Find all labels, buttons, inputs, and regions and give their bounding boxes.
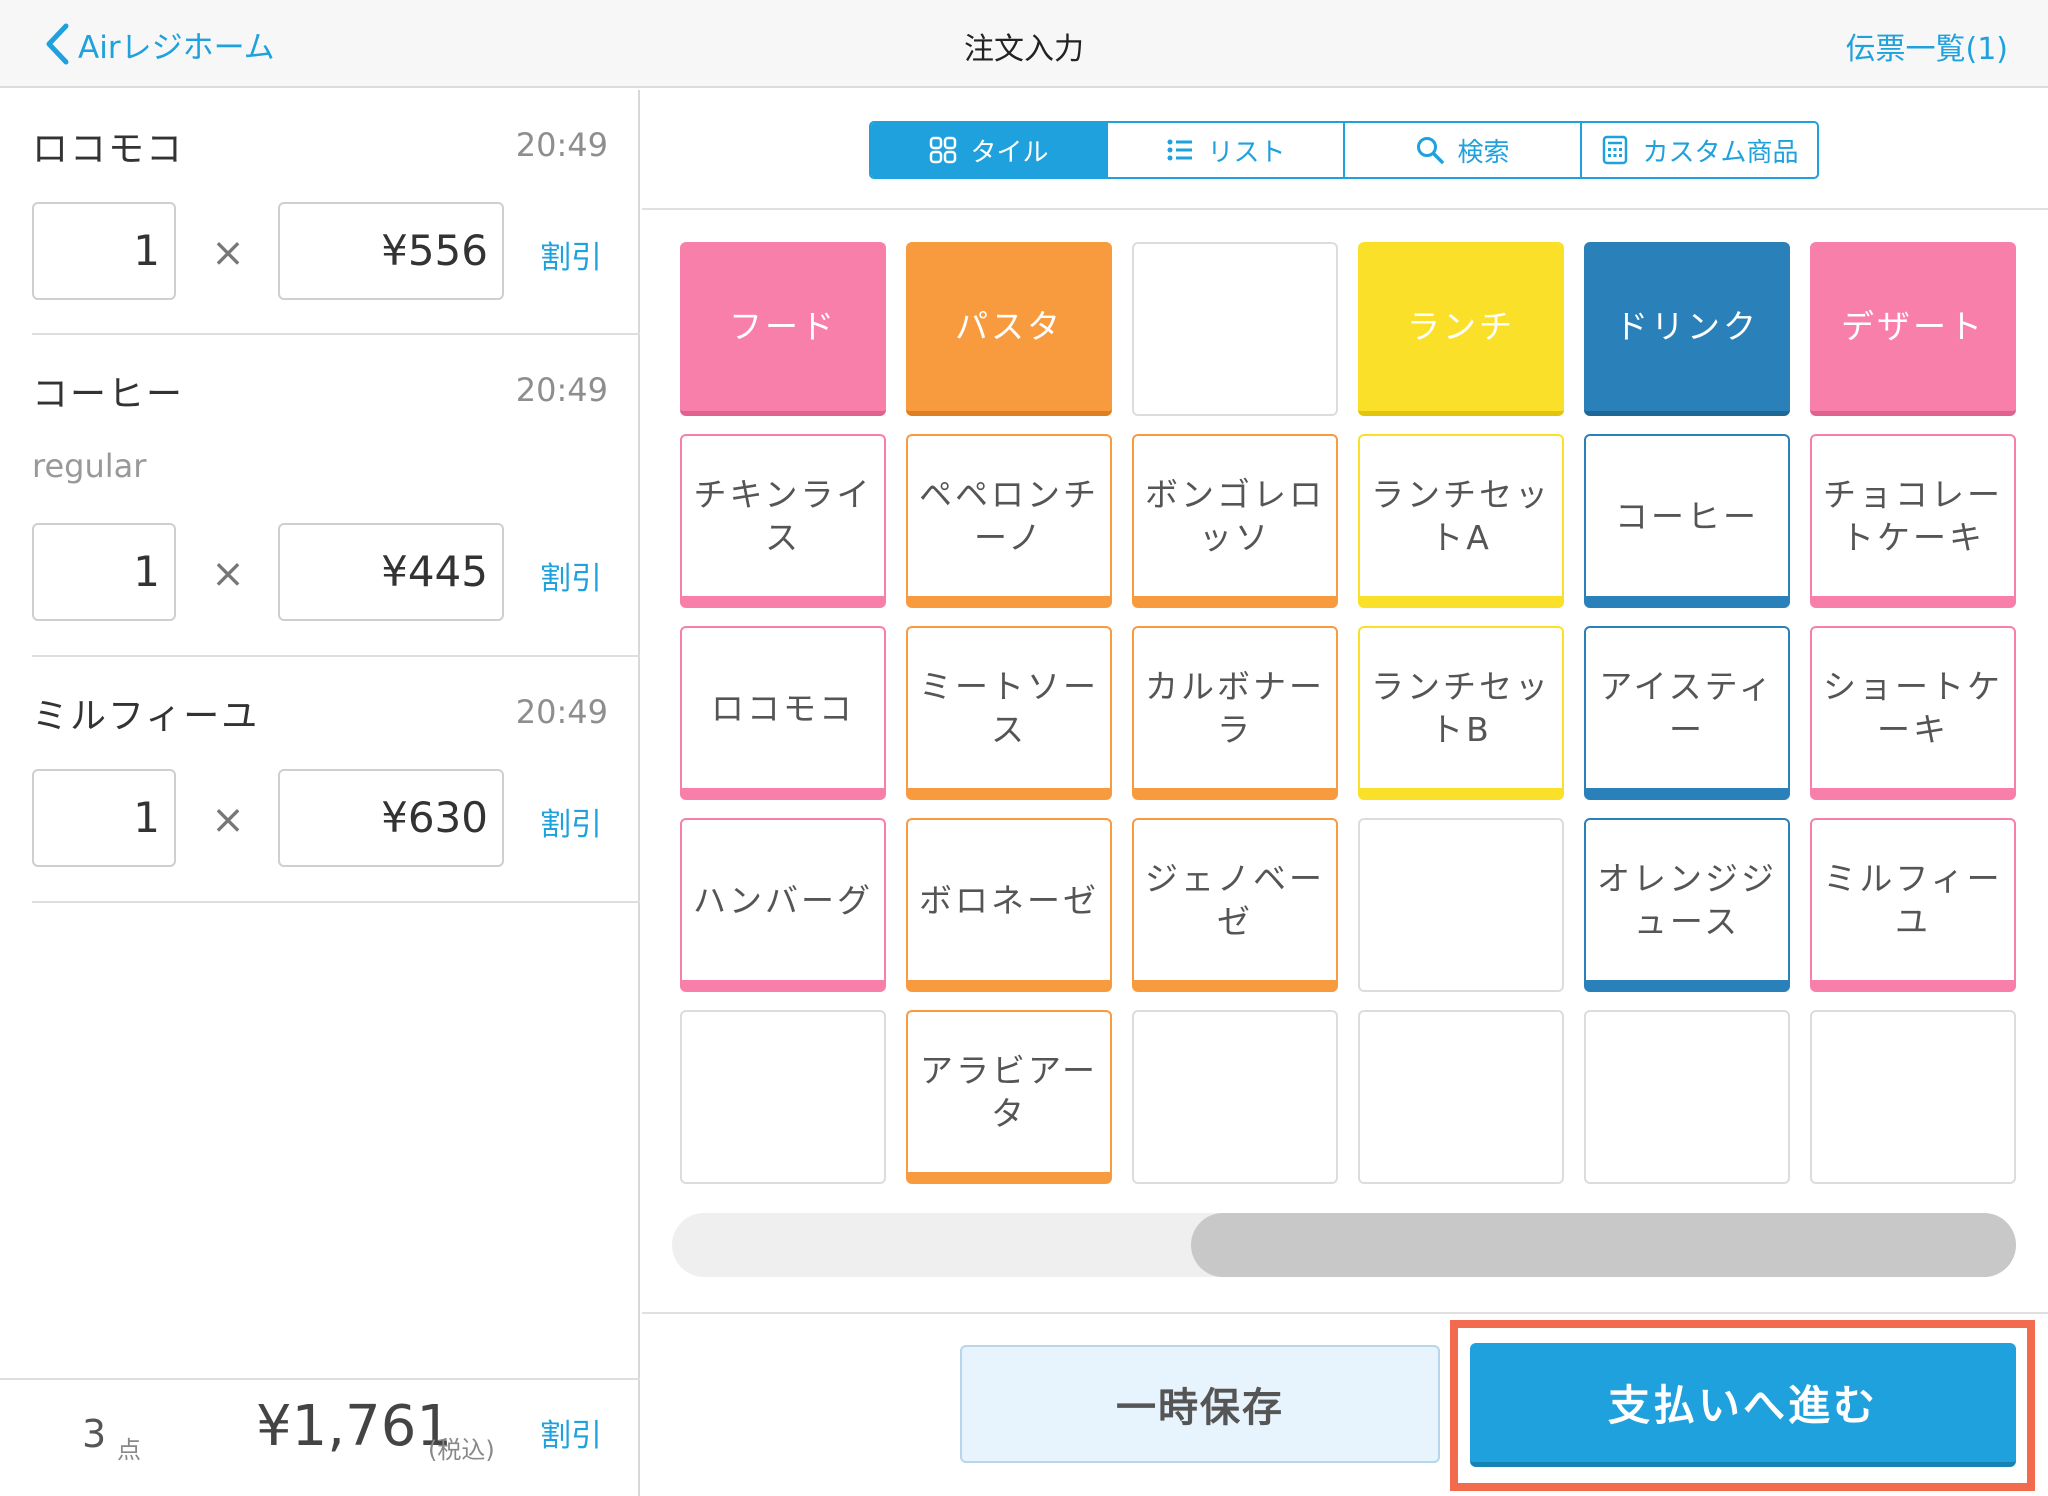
quantity-field[interactable]: 1 [32, 769, 176, 867]
product-tile[interactable]: ハンバーグ [680, 818, 886, 992]
product-tile[interactable]: ミルフィーユ [1810, 818, 2016, 992]
list-icon [1167, 139, 1193, 161]
category-tile[interactable]: デザート [1810, 242, 2016, 416]
category-tile[interactable]: ランチ [1358, 242, 1564, 416]
tab-search[interactable]: 検索 [1345, 123, 1582, 177]
product-tile[interactable]: ボンゴレロッソ [1132, 434, 1338, 608]
quantity-field[interactable]: 1 [32, 523, 176, 621]
slip-list-link[interactable]: 伝票一覧(1) [1846, 24, 2009, 68]
empty-tile [1358, 818, 1564, 992]
calculator-icon [1603, 135, 1628, 165]
item-time: 20:49 [515, 693, 608, 731]
tab-label: カスタム商品 [1642, 137, 1799, 168]
tab-list[interactable]: リスト [1108, 123, 1345, 177]
price-field[interactable]: ¥445 [278, 523, 504, 621]
tab-label: 検索 [1457, 137, 1510, 168]
product-tile[interactable]: ミートソース [906, 626, 1112, 800]
tab-label: リスト [1207, 137, 1286, 168]
product-tile[interactable]: オレンジジュース [1584, 818, 1790, 992]
tab-tile[interactable]: タイル [871, 123, 1108, 177]
product-tile[interactable]: コーヒー [1584, 434, 1790, 608]
item-time: 20:49 [515, 126, 608, 164]
view-mode-tabs: タイル リスト 検索 カスタム商品 [869, 121, 1819, 179]
tab-custom-product[interactable]: カスタム商品 [1582, 123, 1817, 177]
header-bar: Airレジホーム 注文入力 伝票一覧(1) [0, 0, 2048, 88]
quantity-field[interactable]: 1 [32, 202, 176, 300]
product-tile[interactable]: ショートケーキ [1810, 626, 2016, 800]
order-item: ロコモコ 20:49 1 × ¥556 割引 [32, 90, 640, 335]
total-discount-link[interactable]: 割引 [540, 1410, 602, 1455]
discount-link[interactable]: 割引 [540, 799, 602, 844]
tax-note: (税込) [428, 1436, 495, 1464]
hold-button[interactable]: 一時保存 [960, 1345, 1440, 1463]
order-item: ミルフィーユ 20:49 1 × ¥630 割引 [32, 657, 640, 903]
item-time: 20:49 [515, 371, 608, 409]
category-tile[interactable]: パスタ [906, 242, 1112, 416]
order-summary: 3 点 ¥1,761 (税込) 割引 [0, 1378, 640, 1496]
product-tile[interactable]: ロコモコ [680, 626, 886, 800]
times-sign: × [211, 230, 245, 276]
product-tile[interactable]: ジェノベーゼ [1132, 818, 1338, 992]
empty-tile [1810, 1010, 2016, 1184]
search-icon [1417, 137, 1445, 164]
product-tile[interactable]: チキンライス [680, 434, 886, 608]
item-count-unit: 点 [117, 1436, 141, 1464]
category-tile[interactable]: フード [680, 242, 886, 416]
page-title: 注文入力 [964, 32, 1084, 67]
item-count: 3 [82, 1412, 107, 1456]
scrollbar-thumb[interactable] [1191, 1213, 2016, 1277]
product-tile[interactable]: カルボナーラ [1132, 626, 1338, 800]
total-amount: ¥1,761 [256, 1394, 452, 1459]
divider [642, 1312, 2048, 1314]
times-sign: × [211, 797, 245, 843]
price-field[interactable]: ¥556 [278, 202, 504, 300]
empty-tile [680, 1010, 886, 1184]
order-item: コーヒー 20:49 regular 1 × ¥445 割引 [32, 335, 640, 657]
empty-tile [1358, 1010, 1564, 1184]
proceed-to-payment-button[interactable]: 支払いへ進む [1470, 1343, 2016, 1467]
empty-tile [1584, 1010, 1790, 1184]
item-name: ロコモコ [32, 129, 185, 170]
price-field[interactable]: ¥630 [278, 769, 504, 867]
product-tile[interactable]: ランチセットB [1358, 626, 1564, 800]
product-tile[interactable]: ランチセットA [1358, 434, 1564, 608]
item-option: regular [32, 447, 147, 485]
discount-link[interactable]: 割引 [540, 232, 602, 277]
product-tile[interactable]: チョコレートケーキ [1810, 434, 2016, 608]
product-tile[interactable]: ペペロンチーノ [906, 434, 1112, 608]
grid-icon [930, 136, 957, 164]
category-tile[interactable]: ドリンク [1584, 242, 1790, 416]
order-panel: ロコモコ 20:49 1 × ¥556 割引 コーヒー 20:49 regula… [0, 90, 640, 1496]
divider [642, 208, 2048, 210]
item-name: ミルフィーユ [32, 696, 260, 737]
item-name: コーヒー [32, 374, 185, 415]
empty-tile [1132, 1010, 1338, 1184]
product-tile[interactable]: アラビアータ [906, 1010, 1112, 1184]
empty-tile [1132, 242, 1338, 416]
product-tile[interactable]: アイスティー [1584, 626, 1790, 800]
tab-label: タイル [970, 137, 1049, 168]
product-tile[interactable]: ボロネーゼ [906, 818, 1112, 992]
discount-link[interactable]: 割引 [540, 553, 602, 598]
times-sign: × [211, 551, 245, 597]
tile-scrollbar[interactable] [672, 1213, 2016, 1277]
